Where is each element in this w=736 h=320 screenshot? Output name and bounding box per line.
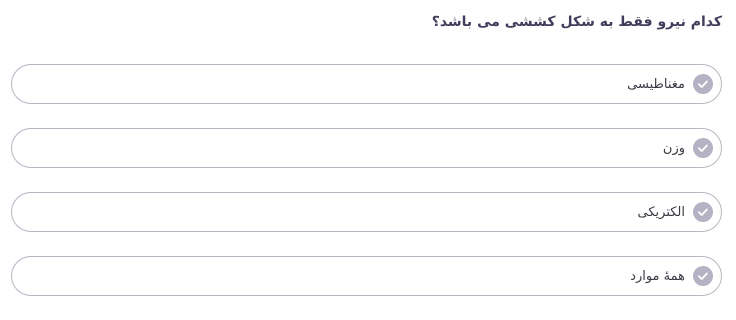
check-circle-icon	[693, 138, 713, 158]
answer-option-label: الکتریکی	[637, 204, 685, 220]
answer-option-label: مغناطیسی	[627, 76, 685, 92]
check-circle-icon	[693, 266, 713, 286]
answer-option-2[interactable]: وزن	[11, 128, 722, 168]
answer-option-3[interactable]: الکتریکی	[11, 192, 722, 232]
check-circle-icon	[693, 74, 713, 94]
answer-option-4[interactable]: همهٔ موارد	[11, 256, 722, 296]
question-title: کدام نیرو فقط به شکل کششی می باشد؟	[431, 14, 722, 30]
answer-options: مغناطیسی وزن الکتریکی همهٔ موارد	[11, 64, 722, 320]
answer-option-label: وزن	[662, 140, 685, 156]
answer-option-label: همهٔ موارد	[630, 268, 685, 284]
check-circle-icon	[693, 202, 713, 222]
answer-option-1[interactable]: مغناطیسی	[11, 64, 722, 104]
